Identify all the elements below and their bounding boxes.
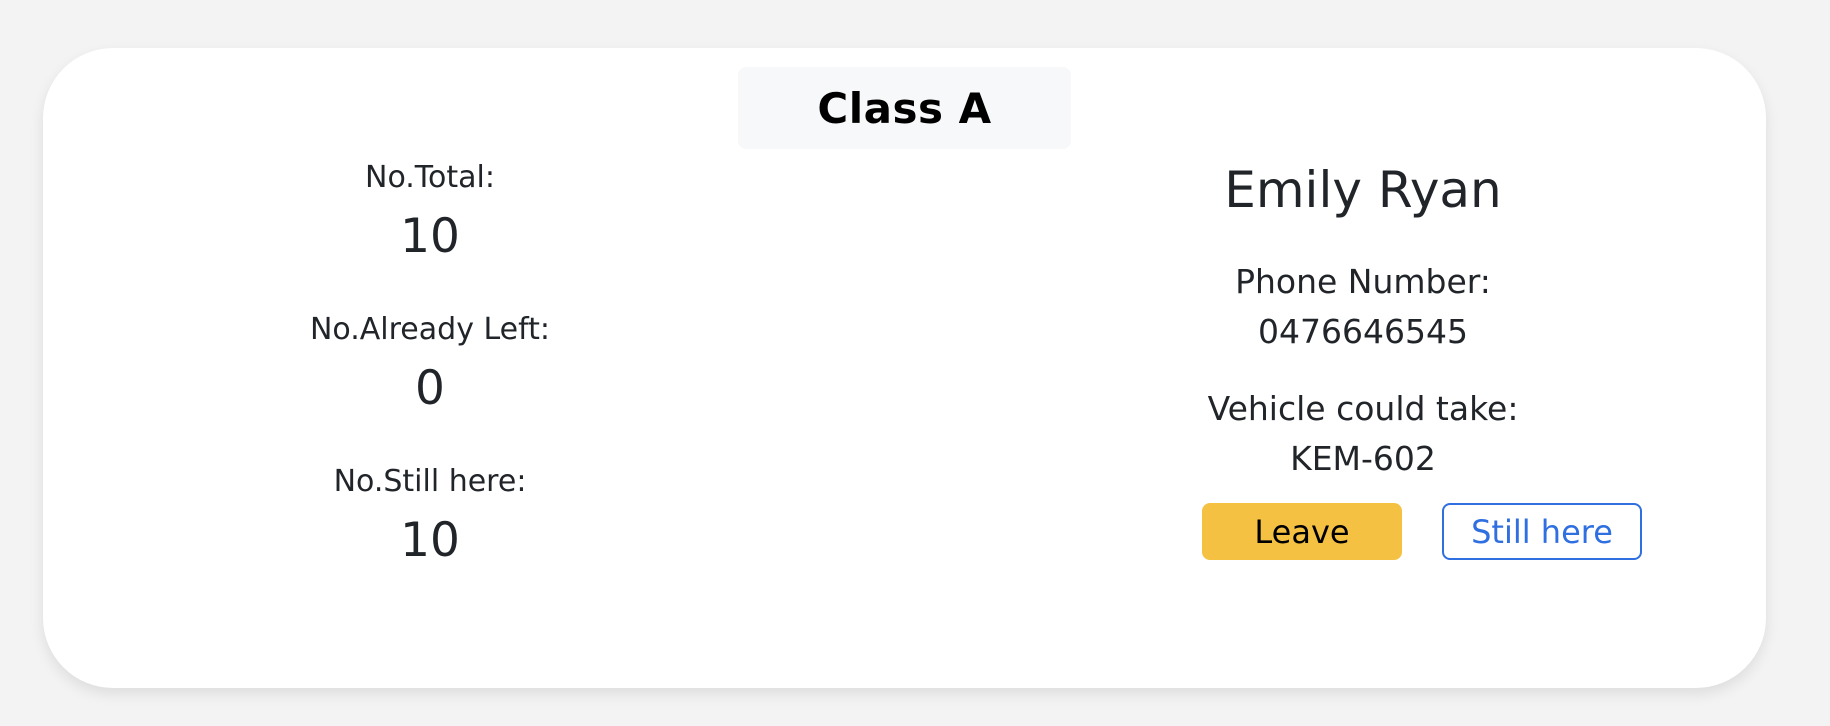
class-title: Class A: [738, 67, 1071, 149]
still-here-label: No.Still here:: [333, 464, 527, 499]
still-here-value: 10: [400, 513, 460, 568]
total-value: 10: [400, 209, 460, 264]
phone-label: Phone Number:: [1235, 262, 1491, 301]
class-card: Class A No.Total: 10 No.Already Left: 0 …: [43, 48, 1766, 688]
person-name: Emily Ryan: [1224, 161, 1502, 219]
vehicle-label: Vehicle could take:: [1207, 389, 1519, 428]
vehicle-value: KEM-602: [1290, 439, 1436, 478]
already-left-value: 0: [415, 361, 445, 416]
total-label: No.Total:: [365, 160, 495, 195]
already-left-label: No.Already Left:: [309, 312, 551, 347]
still-here-button[interactable]: Still here: [1442, 503, 1642, 560]
leave-button[interactable]: Leave: [1202, 503, 1402, 560]
phone-value: 0476646545: [1258, 312, 1468, 351]
